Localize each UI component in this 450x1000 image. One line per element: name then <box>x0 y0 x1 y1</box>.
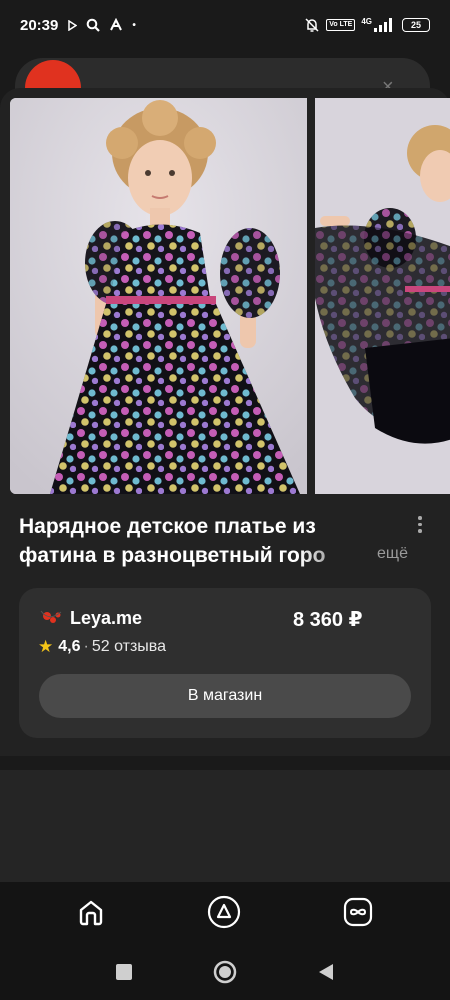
dress-photo-image <box>315 98 450 494</box>
back-icon[interactable] <box>314 960 338 984</box>
status-time: 20:39 <box>20 16 59 34</box>
network-type: 4G <box>361 16 372 26</box>
status-bar: 20:39 • Vo LTE 4G 25 <box>0 0 450 50</box>
home-icon[interactable] <box>74 895 108 929</box>
mute-icon <box>305 18 319 32</box>
shop-logo-icon <box>40 610 62 623</box>
separator: · <box>83 638 89 655</box>
recents-icon[interactable] <box>112 960 136 984</box>
dress-photo-image <box>10 98 307 494</box>
shop-offer-card: Leya.me 8 360 ₽ ★ 4,6 · 52 отзыва В мага… <box>19 588 431 738</box>
product-title[interactable]: Нарядное детское платье из фатина в разн… <box>19 512 399 570</box>
dot-icon: • <box>132 19 136 31</box>
product-title-line: фатина в разноцветный горо <box>19 544 326 567</box>
bottom-navigation <box>0 882 450 940</box>
shop-name[interactable]: Leya.me <box>70 608 142 629</box>
product-sheet: Нарядное детское платье из фатина в разн… <box>0 88 450 756</box>
screen: 20:39 • Vo LTE 4G 25 × Нарядное детское … <box>0 0 450 1000</box>
go-to-store-button[interactable]: В магазин <box>39 674 411 718</box>
background-content <box>0 770 450 882</box>
reviews-count: 52 отзыва <box>91 638 166 655</box>
product-title-line: Нарядное детское платье из <box>19 515 316 538</box>
rating-value: 4,6 <box>58 638 81 655</box>
battery-icon: 25 <box>402 18 430 32</box>
product-photo[interactable] <box>10 98 307 494</box>
shop-rating: ★ 4,6 · 52 отзыва <box>38 637 166 657</box>
expand-title-link[interactable]: ещё <box>377 545 408 563</box>
system-navigation-bar <box>0 940 450 1000</box>
alice-icon[interactable] <box>207 895 241 929</box>
play-icon <box>68 19 78 31</box>
price: 8 360 ₽ <box>293 609 363 631</box>
more-vertical-icon[interactable] <box>415 516 425 533</box>
product-photo[interactable] <box>315 98 450 494</box>
volte-badge: Vo LTE <box>326 19 356 31</box>
home-circle-icon[interactable] <box>213 960 237 984</box>
star-icon: ★ <box>38 637 54 656</box>
translate-icon <box>110 18 123 31</box>
infinity-icon[interactable] <box>341 895 375 929</box>
search-icon <box>87 18 101 32</box>
signal-icon <box>374 18 392 32</box>
product-gallery[interactable] <box>10 98 450 494</box>
